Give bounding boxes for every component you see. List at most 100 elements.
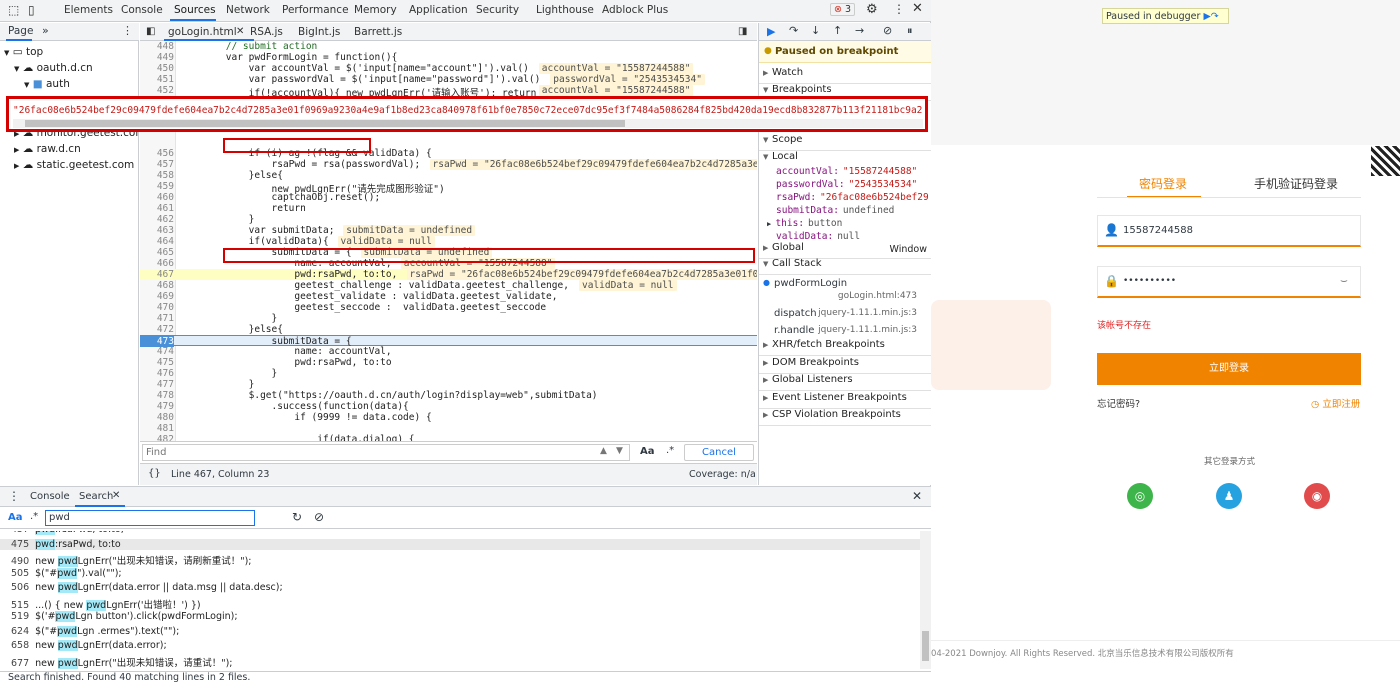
tab-page[interactable]: Page: [8, 25, 33, 37]
step-over-icon[interactable]: ↷: [789, 24, 798, 37]
tab-sources[interactable]: Sources: [174, 4, 216, 16]
code-line[interactable]: 461 return: [140, 203, 757, 214]
close-icon[interactable]: ✕: [912, 1, 923, 16]
tab-lighthouse[interactable]: Lighthouse: [536, 4, 594, 16]
file-tab-rsa[interactable]: RSA.js: [250, 26, 283, 38]
close-tab-icon[interactable]: ✕: [236, 26, 244, 37]
code-line[interactable]: 467 pwd:rsaPwd, to:to, rsaPwd = "26fac08e…: [140, 269, 757, 280]
scrollbar-thumb[interactable]: [922, 631, 929, 661]
line-number[interactable]: 451: [140, 74, 174, 85]
search-result-line[interactable]: 515 ...() { new pwdLgnErr('出错啦！') }): [0, 597, 920, 611]
tab-memory[interactable]: Memory: [354, 4, 397, 16]
search-result-line[interactable]: 505 $("#pwd").val("");: [0, 567, 920, 579]
code-line[interactable]: 476 }: [140, 368, 757, 379]
more-tabs-icon[interactable]: »: [42, 24, 49, 37]
line-number[interactable]: 481: [140, 423, 174, 434]
resume-icon[interactable]: ▶: [767, 25, 775, 38]
match-case-button[interactable]: Aa: [640, 446, 655, 457]
line-number[interactable]: 450: [140, 63, 174, 74]
tab-console-drawer[interactable]: Console: [30, 491, 70, 502]
line-number[interactable]: 468: [140, 280, 174, 291]
password-field[interactable]: 🔒 •••••••••• ⌣: [1097, 266, 1361, 298]
line-number[interactable]: 477: [140, 379, 174, 390]
file-tab-gologin[interactable]: goLogin.html: [168, 26, 237, 38]
results-scrollbar[interactable]: [920, 531, 931, 669]
clear-icon[interactable]: ⊘: [314, 510, 324, 524]
tab-adblock-plus[interactable]: Adblock Plus: [602, 4, 668, 16]
tree-item-raw[interactable]: ▶ ☁ raw.d.cn: [14, 143, 81, 155]
register-link[interactable]: ◷ 立即注册: [1311, 396, 1360, 410]
code-line[interactable]: 448 // submit action: [140, 41, 757, 52]
scope-variable[interactable]: passwordVal: "2543534534": [776, 179, 928, 190]
breakpoint-section[interactable]: ▶ DOM Breakpoints: [759, 357, 931, 374]
search-result-line[interactable]: 475 pwd:rsaPwd, to:to: [0, 538, 920, 550]
inspect-icon[interactable]: ⬚: [8, 3, 19, 17]
code-line[interactable]: 463 var submitData; submitData = undefine…: [140, 225, 757, 236]
line-number[interactable]: 472: [140, 324, 174, 335]
line-number[interactable]: 460: [140, 192, 174, 203]
code-line[interactable]: 462 }: [140, 214, 757, 225]
step-icon[interactable]: →: [855, 24, 864, 37]
search-result-line[interactable]: 506 new pwdLgnErr(data.error || data.msg …: [0, 582, 920, 593]
tree-item-top[interactable]: ▼ ▭ top: [4, 46, 43, 58]
code-line[interactable]: 469 geetest_validate : validData.geetest…: [140, 291, 757, 302]
line-number[interactable]: 469: [140, 291, 174, 302]
code-line[interactable]: 470 geetest_seccode : validData.geetest_…: [140, 302, 757, 313]
line-number[interactable]: 457: [140, 159, 174, 170]
forgot-password-link[interactable]: 忘记密码?: [1097, 396, 1140, 410]
line-number[interactable]: 448: [140, 41, 174, 52]
tree-item-auth[interactable]: ▼ ■ auth: [24, 78, 70, 90]
code-line[interactable]: 473 submitData = {: [140, 335, 757, 347]
code-line[interactable]: 471 }: [140, 313, 757, 324]
code-line[interactable]: 449 var pwdFormLogin = function(){: [140, 52, 757, 63]
line-number[interactable]: 479: [140, 401, 174, 412]
breakpoint-section[interactable]: ▶ XHR/fetch Breakpoints: [759, 339, 931, 356]
scope-variable[interactable]: rsaPwd: "26fac08e6b524bef29c: [776, 192, 928, 203]
section-scope[interactable]: ▼ Scope: [759, 134, 931, 151]
tab-sms-login[interactable]: 手机验证码登录: [1254, 175, 1338, 192]
breakpoint-section[interactable]: ▶ CSP Violation Breakpoints: [759, 409, 931, 427]
line-number[interactable]: 449: [140, 52, 174, 63]
file-tab-bigint[interactable]: BigInt.js: [298, 26, 340, 38]
call-frame[interactable]: dispatch jquery-1.11.1.min.js:3: [759, 305, 931, 322]
weibo-icon[interactable]: ◉: [1304, 483, 1330, 509]
login-button[interactable]: 立即登录: [1097, 353, 1361, 385]
frame-location[interactable]: goLogin.html:473: [838, 291, 917, 301]
refresh-icon[interactable]: ↻: [292, 510, 302, 524]
regex-button[interactable]: .*: [666, 445, 674, 456]
search-result-line[interactable]: 490 new pwdLgnErr("出现未知错误，请刷新重试！");: [0, 553, 920, 567]
breakpoint-section[interactable]: ▶ Global Listeners: [759, 374, 931, 392]
line-number[interactable]: 458: [140, 170, 174, 181]
line-number[interactable]: 465: [140, 247, 174, 258]
file-tab-barrett[interactable]: Barrett.js: [354, 26, 402, 38]
more-vertical-icon[interactable]: ⋮: [893, 2, 905, 16]
step-over-icon[interactable]: ↷: [1211, 11, 1219, 22]
popover-scrollbar[interactable]: [13, 119, 923, 128]
deactivate-breakpoints-icon[interactable]: ⊘: [883, 24, 892, 37]
resume-icon[interactable]: ▶: [1203, 11, 1210, 22]
regex-button[interactable]: .*: [30, 511, 38, 522]
tree-item-static-geetest[interactable]: ▶ ☁ static.geetest.com: [14, 159, 134, 171]
tree-item-oauth[interactable]: ▼ ☁ oauth.d.cn: [14, 62, 93, 74]
code-line[interactable]: 464 if(validData){validData = null: [140, 236, 757, 247]
scope-variable[interactable]: submitData: undefined: [776, 205, 928, 216]
section-watch[interactable]: ▶ Watch: [759, 67, 931, 84]
cancel-button[interactable]: Cancel: [684, 444, 754, 461]
device-toggle-icon[interactable]: ▯: [28, 3, 35, 17]
tab-elements[interactable]: Elements: [64, 4, 113, 16]
line-number[interactable]: 459: [140, 181, 174, 192]
code-line[interactable]: 451 var passwordVal = $('input[name="pas…: [140, 74, 757, 85]
line-number[interactable]: 456: [140, 148, 174, 159]
call-frame[interactable]: r.handle jquery-1.11.1.min.js:3: [759, 322, 931, 339]
account-field[interactable]: 👤 15587244588: [1097, 215, 1361, 247]
code-line[interactable]: 478 $.get("https://oauth.d.cn/auth/login…: [140, 390, 757, 401]
section-call-stack[interactable]: ▼ Call Stack: [759, 258, 931, 275]
more-vertical-icon[interactable]: ⋮: [122, 24, 133, 37]
code-line[interactable]: 452 if(!accountVal){ new pwdLgnErr('请输入账…: [140, 85, 757, 99]
search-result-line[interactable]: 677 new pwdLgnErr("出现未知错误，请重试！");: [0, 655, 920, 669]
line-number[interactable]: 467: [140, 269, 174, 280]
error-badge[interactable]: ⊗ 3: [830, 3, 856, 16]
code-line[interactable]: 458 }else{: [140, 170, 757, 181]
toggle-navigator-icon[interactable]: ◧: [146, 26, 155, 37]
eye-closed-icon[interactable]: ⌣: [1340, 273, 1348, 288]
